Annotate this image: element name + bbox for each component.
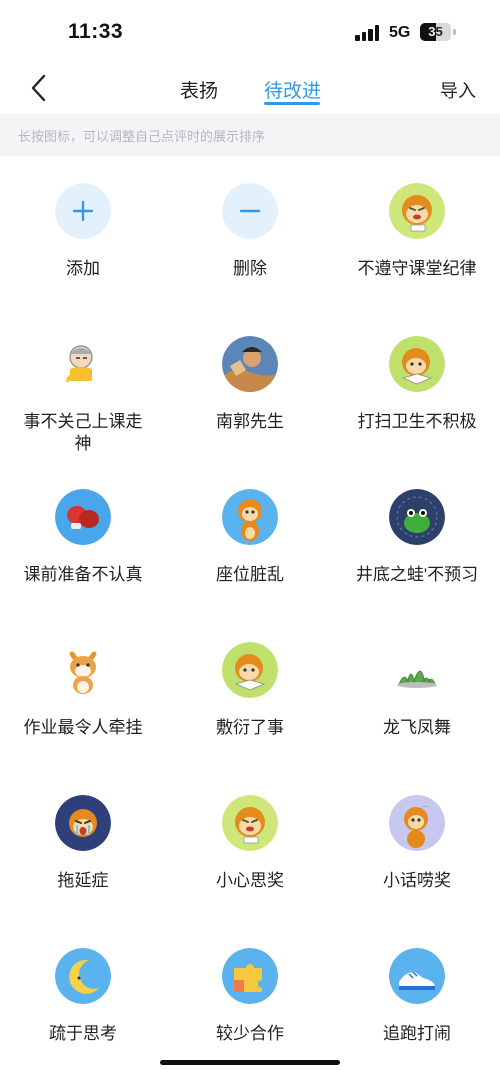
monkey-angry-icon [389,183,445,239]
monkey-chatting-icon: ... [389,795,445,851]
item-label: 敷衍了事 [216,718,284,737]
item-label: 座位脏乱 [216,565,284,584]
item-label: 打扫卫生不积极 [357,412,477,431]
cartoon-boy-icon [55,336,111,392]
comment-item[interactable]: 课前准备不认真 [0,462,166,615]
comment-item[interactable]: 疏于思考 [0,921,166,1070]
moon-icon [55,948,111,1004]
boxing-gloves-icon [55,489,111,545]
comment-item[interactable]: 井底之蛙'不预习 [334,462,500,615]
comment-item[interactable]: 事不关己上课走神 [0,309,166,462]
item-label: 井底之蛙'不预习 [355,565,479,584]
item-label: 龙飞凤舞 [383,718,451,737]
hint-bar: 长按图标，可以调整自己点评时的展示排序 [0,114,500,156]
item-label: 不遵守课堂纪律 [357,259,477,278]
comment-item[interactable]: 追跑打闹 [334,921,500,1070]
hint-text: 长按图标，可以调整自己点评时的展示排序 [18,129,266,144]
item-label: 小话唠奖 [383,871,451,890]
svg-text:...: ... [423,802,429,809]
import-button[interactable]: 导入 [440,77,476,103]
battery-icon: 35 [420,23,451,41]
active-tab-indicator [264,102,320,105]
item-label: 课前准备不认真 [23,565,143,584]
frog-in-well-icon [389,489,445,545]
comment-item[interactable]: 敷衍了事 [167,615,333,768]
comment-item[interactable]: 龙飞凤舞 [334,615,500,768]
status-bar: 11:33 5G 35 [0,0,500,62]
comment-item[interactable]: 座位脏乱 [167,462,333,615]
monkey-reading-icon [389,336,445,392]
delete-button[interactable]: 删除 [167,156,333,309]
item-label: 事不关己上课走神 [23,412,143,453]
grass-icon [389,642,445,698]
item-label: 作业最令人牵挂 [23,718,143,737]
nav-bar: 表扬 待改进 导入 [0,62,500,114]
item-label: 拖延症 [57,871,109,890]
tab-praise[interactable]: 表扬 [180,76,218,103]
comment-item[interactable]: 拖延症 [0,768,166,921]
item-label: 南郭先生 [216,412,284,431]
shiba-dog-icon [55,642,111,698]
battery-level: 35 [428,24,443,39]
tab-to-improve[interactable]: 待改进 [264,76,321,103]
running-shoe-icon [389,948,445,1004]
item-label: 添加 [66,259,100,278]
monkey-reading-icon [222,642,278,698]
item-label: 小心思奖 [216,871,284,890]
add-button[interactable]: 添加 [0,156,166,309]
item-label: 较少合作 [216,1024,284,1043]
monkey-crying-icon [55,795,111,851]
comment-item[interactable]: 南郭先生 [167,309,333,462]
comment-item[interactable]: 较少合作 [167,921,333,1070]
monkey-angry-icon [222,795,278,851]
comment-item[interactable]: 打扫卫生不积极 [334,309,500,462]
portrait-icon [222,336,278,392]
plus-icon [55,183,111,239]
status-time: 11:33 [68,20,124,43]
battery-tip [453,29,456,35]
chevron-left-icon [31,74,46,102]
back-button[interactable] [28,74,50,102]
puzzle-icon [222,948,278,1004]
comment-item[interactable]: 小心思奖 [167,768,333,921]
item-label: 疏于思考 [49,1024,117,1043]
comment-item[interactable]: 作业最令人牵挂 [0,615,166,768]
network-type: 5G [389,24,411,41]
comment-item[interactable]: 不遵守课堂纪律 [334,156,500,309]
home-indicator [160,1060,340,1065]
item-label: 删除 [233,259,267,278]
item-label: 追跑打闹 [383,1024,451,1043]
signal-icon [355,25,381,41]
minus-icon [222,183,278,239]
comment-item[interactable]: ... 小话唠奖 [334,768,500,921]
monkey-icon [222,489,278,545]
